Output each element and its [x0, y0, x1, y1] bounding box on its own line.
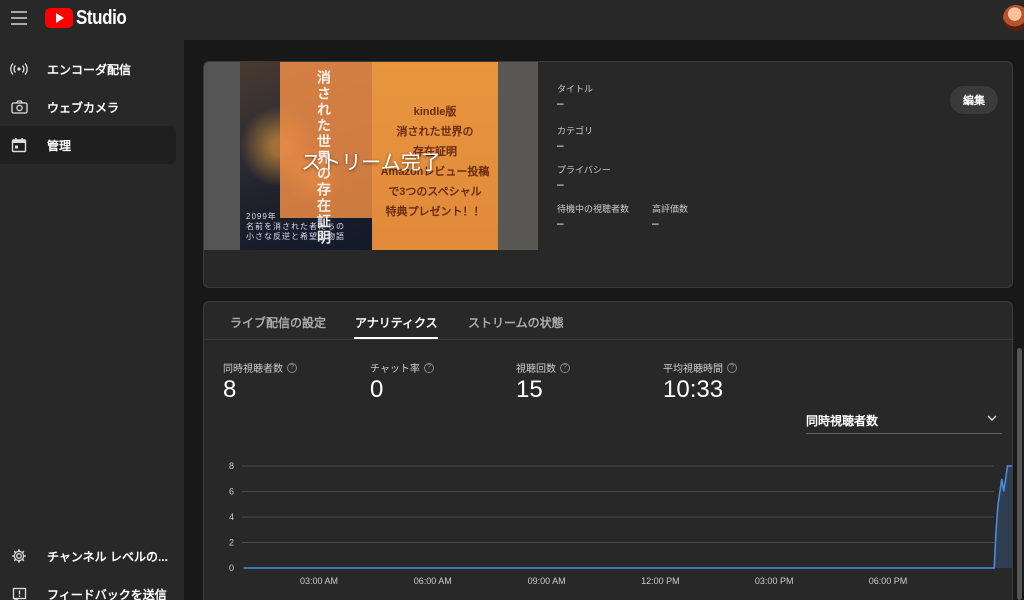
youtube-studio-logo[interactable]: Studio: [45, 7, 135, 29]
analytics-card: ライブ配信の設定 アナリティクス ストリームの状態 同時視聴者数? 8 チャット…: [203, 301, 1014, 600]
sidebar-item-encoder[interactable]: エンコーダ配信: [0, 50, 176, 88]
gear-icon: [10, 547, 28, 565]
metric-select[interactable]: 同時視聴者数: [806, 406, 1002, 434]
logo-text: Studio: [76, 6, 127, 29]
thumbnail-tagline-line: 小さな反逆と希望の物語: [246, 232, 345, 241]
help-icon[interactable]: ?: [287, 362, 297, 373]
likes-value: –: [652, 216, 659, 230]
stat-concurrent-viewers-label: 同時視聴者数?: [223, 360, 297, 375]
metric-select-value: 同時視聴者数: [806, 414, 879, 428]
camera-icon: [10, 98, 28, 116]
broadcast-icon: [10, 60, 28, 78]
stat-label-text: 平均視聴時間: [663, 364, 723, 375]
stream-status-overlay: ストリーム完了: [301, 152, 441, 174]
sidebar-item-label: ウェブカメラ: [47, 100, 120, 115]
sidebar: エンコーダ配信 ウェブカメラ 管理 チャンネル レベルの... フィードバックを…: [0, 40, 184, 600]
tab-analytics[interactable]: アナリティクス: [355, 314, 438, 331]
y-tick-label: 0: [229, 563, 234, 573]
waiting-viewers-value: –: [557, 216, 564, 230]
category-value: –: [557, 138, 564, 152]
stat-concurrent-viewers-value: 8: [223, 376, 237, 403]
waiting-viewers-label: 待機中の視聴者数: [557, 204, 630, 214]
tab-stream-health[interactable]: ストリームの状態: [468, 314, 564, 331]
help-icon[interactable]: ?: [560, 362, 570, 373]
sidebar-item-label: エンコーダ配信: [47, 62, 132, 77]
stat-chat-rate-label: チャット率?: [370, 360, 434, 375]
concurrent-viewers-chart: 0 2 4 6 8 03:00 AM 06:00 AM 09:00 AM 12:00 PM 03:…: [229, 461, 1012, 586]
promo-line: 消された世界の: [396, 126, 474, 138]
promo-line: kindle版: [413, 106, 457, 118]
sidebar-item-channel-settings[interactable]: チャンネル レベルの...: [0, 537, 176, 575]
thumbnail-tagline: 2099年 名前を消された者たちの 小さな反逆と希望の物語: [246, 212, 345, 242]
top-bar: Studio: [0, 0, 1024, 40]
youtube-logo-icon: [45, 8, 73, 28]
x-tick-label: 03:00 AM: [300, 576, 338, 586]
tab-bar: ライブ配信の設定 アナリティクス ストリームの状態: [204, 302, 1014, 340]
main-content: 消された世界の存在証明 2099年 名前を消された者たちの 小さな反逆と希望の物…: [184, 40, 1024, 600]
x-tick-label: 06:00 PM: [869, 576, 908, 586]
promo-line: で3つのスペシャル: [388, 186, 482, 198]
stream-info-card: 消された世界の存在証明 2099年 名前を消された者たちの 小さな反逆と希望の物…: [203, 61, 1013, 288]
x-tick-label: 09:00 AM: [528, 576, 566, 586]
y-tick-label: 2: [229, 538, 234, 548]
stat-chat-rate-value: 0: [370, 376, 384, 403]
promo-line: 特典プレゼント！！: [385, 206, 485, 218]
stat-views-value: 15: [516, 376, 543, 403]
privacy-value: –: [557, 177, 564, 191]
menu-icon[interactable]: [11, 11, 27, 25]
avatar[interactable]: [1003, 5, 1024, 31]
stat-label-text: 視聴回数: [516, 364, 556, 375]
chevron-down-icon: [987, 415, 997, 421]
stat-label-text: 同時視聴者数: [223, 364, 283, 375]
likes-label: 高評価数: [652, 204, 689, 214]
thumbnail-tagline-line: 2099年: [246, 212, 277, 221]
y-tick-label: 8: [229, 461, 234, 471]
stat-avg-watch-time-value: 10:33: [663, 376, 724, 403]
feedback-icon: [10, 585, 28, 600]
thumbnail-tagline-line: 名前を消された者たちの: [246, 222, 345, 231]
sidebar-item-webcam[interactable]: ウェブカメラ: [0, 88, 176, 126]
title-value: –: [557, 96, 564, 110]
active-tab-indicator: [354, 337, 438, 339]
stat-label-text: チャット率: [370, 364, 420, 375]
privacy-label: プライバシー: [557, 165, 611, 175]
help-icon[interactable]: ?: [727, 362, 737, 373]
stream-thumbnail[interactable]: 消された世界の存在証明 2099年 名前を消された者たちの 小さな反逆と希望の物…: [204, 62, 538, 250]
x-tick-label: 06:00 AM: [414, 576, 452, 586]
sidebar-item-manage[interactable]: 管理: [0, 126, 176, 164]
help-icon[interactable]: ?: [423, 362, 434, 373]
scrollbar[interactable]: [1017, 348, 1022, 600]
x-tick-label: 03:00 PM: [755, 576, 794, 586]
stat-avg-watch-time-label: 平均視聴時間?: [663, 360, 737, 375]
sidebar-item-feedback[interactable]: フィードバックを送信: [0, 575, 176, 600]
y-tick-label: 6: [229, 487, 234, 497]
sidebar-item-label: 管理: [47, 138, 72, 153]
category-label: カテゴリ: [557, 126, 594, 136]
edit-button[interactable]: 編集: [950, 86, 998, 114]
tab-live-settings[interactable]: ライブ配信の設定: [230, 314, 326, 331]
sidebar-item-label: チャンネル レベルの...: [47, 549, 168, 564]
sidebar-item-label: フィードバックを送信: [47, 587, 167, 600]
title-label: タイトル: [557, 84, 594, 94]
y-tick-label: 4: [229, 512, 234, 522]
calendar-icon: [10, 136, 28, 154]
x-tick-label: 12:00 PM: [641, 576, 680, 586]
stat-views-label: 視聴回数?: [516, 360, 570, 375]
